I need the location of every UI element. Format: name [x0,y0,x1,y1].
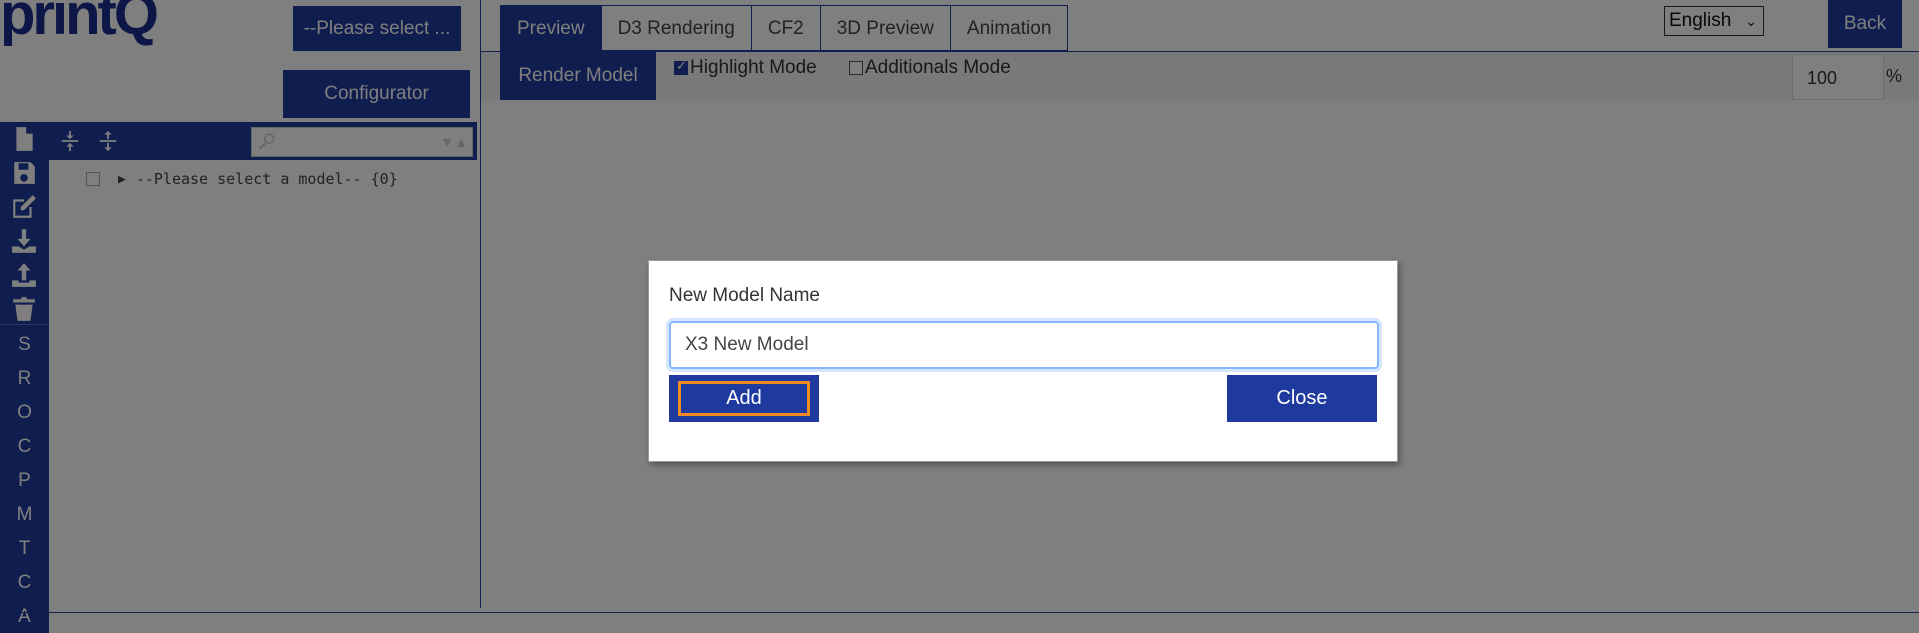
add-button-label: Add [678,381,810,416]
new-model-name-label: New Model Name [669,285,820,306]
new-model-name-input[interactable]: X3 New Model [669,321,1379,369]
close-button[interactable]: Close [1227,375,1377,422]
add-button[interactable]: Add [669,375,819,422]
new-model-dialog: New Model Name X3 New Model Add Close [648,260,1398,462]
